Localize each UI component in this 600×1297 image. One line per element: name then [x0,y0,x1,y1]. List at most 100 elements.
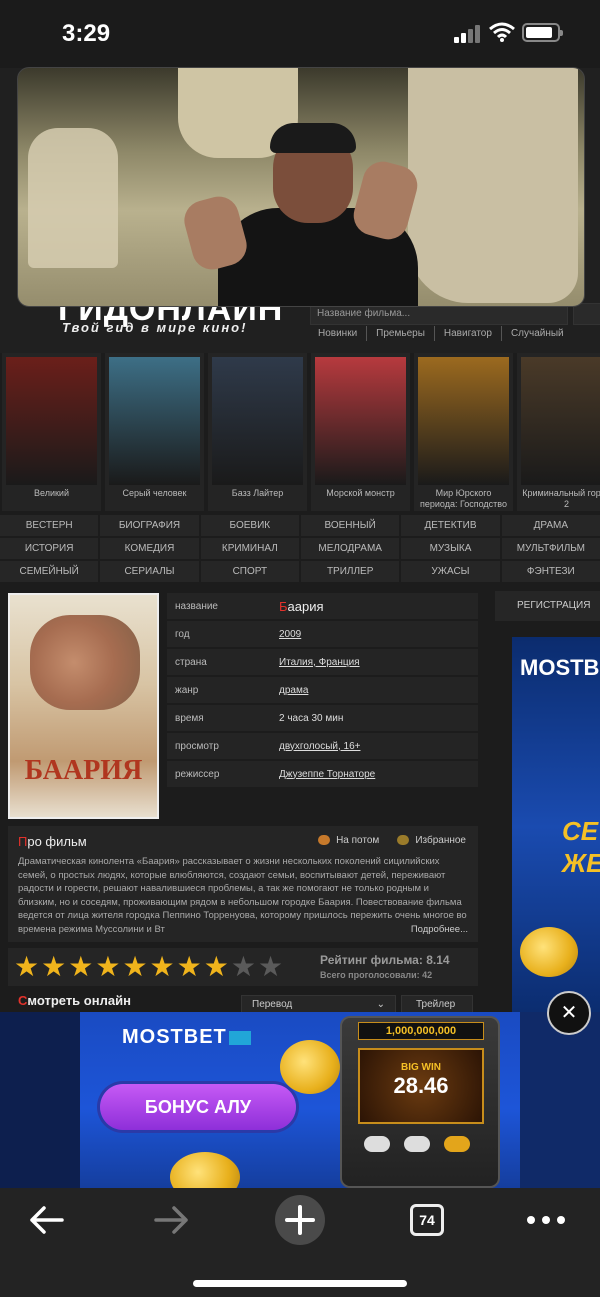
info-row-year: год 2009 [167,621,478,647]
genre-link[interactable]: БОЕВИК [200,515,299,536]
tabs-button[interactable]: 74 [410,1204,444,1236]
battery-icon [522,23,563,42]
info-row-genre: жанр драма [167,677,478,703]
forward-button[interactable] [150,1200,194,1240]
star-filled-icon[interactable]: ★ [95,952,120,982]
movie-card[interactable]: Криминальный город 2 [517,353,600,511]
about-actions: На потом Избранное [318,835,466,846]
genre-link[interactable]: БИОГРАФИЯ [100,515,199,536]
battery-level [526,27,552,38]
rating-bar: ★ ★ ★ ★ ★ ★ ★ ★ ★ ★ Рейтинг фильма: 8.14 Всего пр… [8,948,478,986]
movie-card[interactable]: Базз Лайтер [208,353,307,511]
star-filled-icon[interactable]: ★ [204,952,229,982]
favorite-button[interactable]: Избранное [397,835,466,846]
new-tab-button[interactable] [275,1195,325,1245]
movie-carousel: Великий Серый человек Базз Лайтер Морской м… [0,353,600,513]
movie-poster [315,357,406,485]
jackpot-counter: 1,000,000,000 [358,1022,484,1040]
movie-card[interactable]: Мир Юрского периода: Господство [414,353,513,511]
genre-link[interactable]: ИСТОРИЯ [0,538,99,559]
genre-link[interactable]: ВЕСТЕРН [0,515,99,536]
film-title: Баария [279,598,324,614]
slot-screen: BIG WIN 28.46 [358,1048,484,1124]
genre-link[interactable]: ФЭНТЕЗИ [501,561,600,582]
register-button[interactable]: РЕГИСТРАЦИЯ [495,591,600,621]
big-win-label: BIG WIN [401,1062,441,1073]
star-filled-icon[interactable]: ★ [41,952,66,982]
info-label: время [175,712,204,724]
star-filled-icon[interactable]: ★ [122,952,147,982]
star-empty-icon[interactable]: ★ [258,952,283,982]
view-link[interactable]: двухголосый, 16+ [279,741,361,752]
genre-link[interactable]: ВОЕННЫЙ [301,515,400,536]
genre-link[interactable]: КРИМИНАЛ [200,538,299,559]
back-arrow-icon [30,1206,64,1234]
status-bar: 3:29 [0,0,600,68]
wifi-icon [489,22,515,42]
movie-card[interactable]: Морской монстр [311,353,410,511]
movie-card[interactable]: Великий [2,353,101,511]
movie-poster [109,357,200,485]
coin-image [520,927,578,977]
genre-link[interactable]: СЕМЕЙНЫЙ [0,561,99,582]
info-row-duration: время 2 часа 30 мин [167,705,478,731]
nav-item-premieres[interactable]: Премьеры [367,326,435,341]
more-link[interactable]: Подробнее... [406,924,468,935]
info-label: режиссер [175,768,220,780]
more-menu-button[interactable] [524,1200,568,1240]
genre-link[interactable]: ДРАМА [501,515,600,536]
genre-link[interactable]: драма [279,685,308,696]
info-row-country: страна Италия, Франция [167,649,478,675]
chevron-down-icon: ⌄ [376,999,385,1010]
genre-link[interactable]: ТРИЛЛЕР [301,561,400,582]
country-link[interactable]: Италия, Франция [279,657,360,668]
year-link[interactable]: 2009 [279,629,301,640]
genre-link[interactable]: МЕЛОДРАМА [301,538,400,559]
about-text: Драматическая кинолента «Баария» рассказ… [18,856,467,935]
flag-icon [228,1030,251,1045]
favorite-icon [397,835,410,846]
movie-poster [418,357,509,485]
star-empty-icon[interactable]: ★ [231,952,256,982]
movie-title: Базз Лайтер [231,488,284,498]
coin-image [280,1040,340,1094]
banner-main: MOSTBET БОНУС АЛУ 1,000,000,000 BIG WIN … [80,1012,520,1188]
back-button[interactable] [24,1200,68,1240]
about-film: Про фильм На потом Избранное Драматическ… [8,826,478,942]
genre-link[interactable]: СЕРИАЛЫ [100,561,199,582]
genre-link[interactable]: КОМЕДИЯ [100,538,199,559]
genre-link[interactable]: УЖАСЫ [401,561,500,582]
film-info-table: название Баария год 2009 страна Италия, … [167,593,478,789]
info-row-view: просмотр двухголосый, 16+ [167,733,478,759]
info-label: страна [175,656,207,668]
banner-ad[interactable]: MOSTBET БОНУС АЛУ 1,000,000,000 BIG WIN … [0,1012,600,1188]
star-filled-icon[interactable]: ★ [14,952,39,982]
star-filled-icon[interactable]: ★ [177,952,202,982]
sidebar-ad[interactable]: MOSTBET СЕ ЖЕН [512,637,600,1017]
bonus-button[interactable]: БОНУС АЛУ [100,1084,296,1130]
nav-item-random[interactable]: Случайный [502,326,573,341]
watch-later-button[interactable]: На потом [318,835,379,846]
status-time: 3:29 [62,20,111,47]
site-nav: Новинки Премьеры Навигатор Случайный [310,326,573,341]
movie-title: Серый человек [122,488,187,498]
star-filled-icon[interactable]: ★ [150,952,175,982]
watch-online-title: Смотреть онлайн [18,993,131,1008]
genre-link[interactable]: МУЗЫКА [401,538,500,559]
genre-link[interactable]: ДЕТЕКТИВ [401,515,500,536]
sidebar-ad-promo: СЕ ЖЕН [562,816,600,878]
nav-item-navigator[interactable]: Навигатор [435,326,502,341]
forward-arrow-icon [154,1206,188,1234]
nav-item-new[interactable]: Новинки [310,326,368,341]
sidebar-ad-logo: MOSTBET [520,655,600,680]
star-filled-icon[interactable]: ★ [68,952,93,982]
genre-link[interactable]: СПОРТ [200,561,299,582]
movie-card[interactable]: Серый человек [105,353,204,511]
signal-icon [454,25,482,43]
movie-title: Мир Юрского периода: Господство [420,488,507,509]
picture-in-picture-video[interactable] [17,67,585,307]
genre-link[interactable]: МУЛЬТФИЛЬМ [501,538,600,559]
close-ad-button[interactable]: ✕ [547,991,591,1035]
votes-text: Всего проголосовали: 42 [320,970,433,980]
director-link[interactable]: Джузеппе Торнаторе [279,769,375,780]
